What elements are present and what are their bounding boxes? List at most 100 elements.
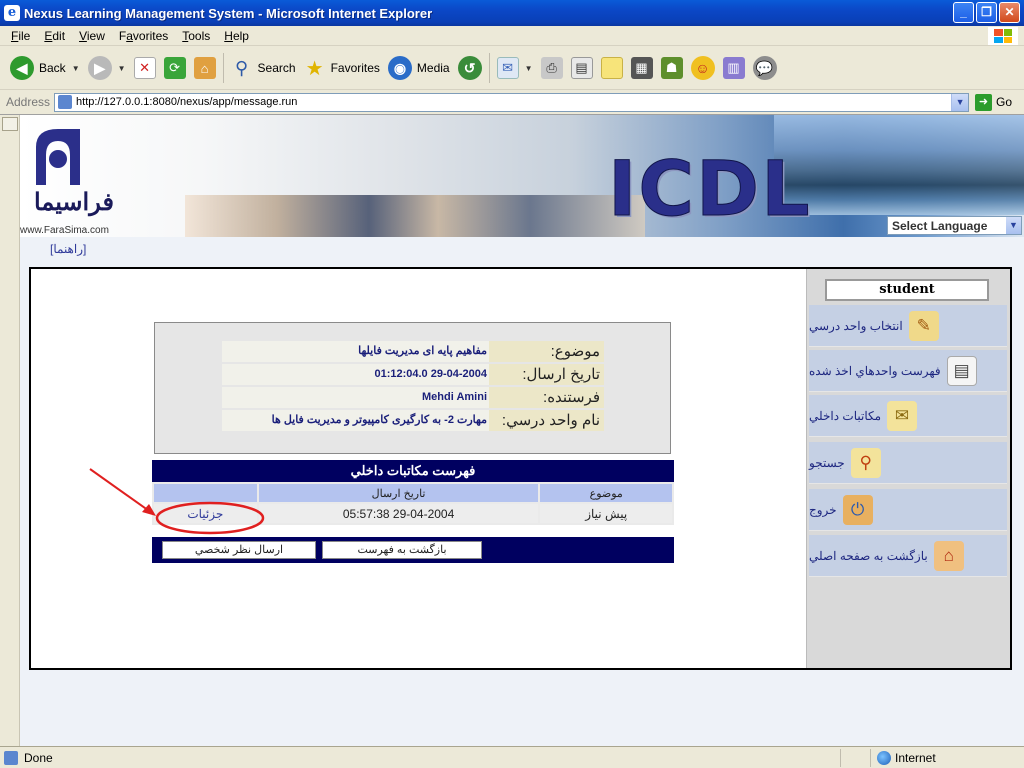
menu-view[interactable]: View [72,29,112,43]
annotation-circle [155,501,265,535]
discuss-button[interactable]: 💬 [749,50,781,86]
sidebar-item-home[interactable]: ⌂ بازگشت به صفحه اصلي [809,535,1007,577]
back-button[interactable]: ◀ Back ▼ [6,50,84,86]
status-bar: Done Internet [0,746,1024,768]
page-icon [58,95,73,109]
annotation-overlay [89,468,265,535]
row-subject: پيش نياز [538,502,674,525]
banner-photo [185,195,645,237]
sender-row: Mehdi Amini فرستنده: [222,387,604,408]
refresh-icon: ⟳ [163,57,186,79]
yahoo-button[interactable]: ☺ [687,50,719,86]
menu-file-label: ile [18,28,31,43]
tools-button[interactable]: ▥ [719,50,749,86]
restore-button[interactable]: ❐ [976,2,997,23]
search-icon: ⚲ [234,57,249,78]
books-icon: ▥ [722,57,745,79]
menu-help[interactable]: Help [217,29,256,43]
history-icon: ↺ [457,56,482,80]
security-zone: Internet [870,748,1024,767]
sidebar-item-label: جستجو [809,455,845,470]
row-date: 05:57:38 29-04-2004 [256,502,541,525]
sender-label: فرستنده: [489,387,604,408]
mail-button[interactable]: ✉ ▼ [493,50,537,86]
menu-favorites[interactable]: Favorites [112,29,175,43]
speech-bubble-icon: 💬 [752,56,777,80]
sidebar-item-label: انتخاب واحد درسي [809,318,903,333]
menu-help-label: elp [232,28,249,43]
print-button[interactable]: ⎙ [537,50,567,86]
refresh-button[interactable]: ⟳ [160,50,190,86]
address-bar: Address http://127.0.0.1:8080/nexus/app/… [0,91,1024,113]
back-to-list-button[interactable]: بازگشت به فهرست [322,541,482,559]
internet-globe-icon [877,750,891,765]
annotation-arrow [89,468,153,514]
address-dropdown-icon[interactable]: ▼ [951,93,969,111]
menu-view-label: iew [86,28,105,43]
back-arrow-icon: ◀ [10,56,34,80]
back-dropdown-icon[interactable]: ▼ [72,64,80,73]
sidebar-item-taken-courses[interactable]: ▤ فهرست واحدهاي اخذ شده [809,350,1007,392]
menu-view-accesskey: V [79,28,87,43]
menu-file[interactable]: File [4,29,37,43]
research-icon: ▦ [630,57,653,79]
icdl-brand: ICDL [608,144,812,233]
go-button[interactable]: ➜ Go [975,93,1012,111]
subject-label: موضوع: [489,341,604,362]
menu-edit-label: dit [52,28,66,43]
mail-dropdown-icon[interactable]: ▼ [525,64,533,73]
sidebar-item-label: مكاتبات داخلي [809,408,882,423]
edit-button[interactable]: ▤ [567,50,597,86]
logo-url: www.FaraSima.com [20,225,109,236]
minimize-button[interactable]: _ [953,2,974,23]
menu-bar: File Edit View Favorites Tools Help [0,26,1024,46]
history-button[interactable]: ↺ [454,50,486,86]
status-text-area: Done [0,750,840,765]
menu-tools-label: ools [188,28,211,43]
tv-icon: ☗ [660,57,683,79]
forward-dropdown-icon[interactable]: ▼ [118,64,126,73]
subject-value: مفاهيم پايه ای مديريت فايلها [222,341,489,362]
messenger-button[interactable]: ☗ [657,50,687,86]
menu-edit[interactable]: Edit [37,29,72,43]
zone-label: Internet [895,750,936,765]
logo-text: فراسيما [34,187,114,216]
home-icon: ⌂ [933,540,964,571]
window-titlebar[interactable]: e Nexus Learning Management System - Mic… [0,0,1024,26]
course-row: مهارت 2- به کارگيری کامپيوتر و مديريت فا… [222,410,604,431]
stop-button[interactable]: ✕ [130,50,160,86]
date-row: 01:12:04.0 29-04-2004 تاريخ ارسال: [222,364,604,385]
favorites-button[interactable]: ★ Favorites [300,50,384,86]
close-button[interactable]: ✕ [999,2,1020,23]
sidebar-item-select-course[interactable]: ✎ انتخاب واحد درسي [809,305,1007,347]
date-label: تاريخ ارسال: [489,364,604,385]
language-select-value: Select Language [892,218,988,233]
column-header-date: تاريخ ارسال [256,482,541,504]
language-select[interactable]: Select Language ▼ [887,216,1022,235]
search-button[interactable]: ⚲ Search [227,50,300,86]
explorer-bar-button[interactable] [2,117,18,131]
menu-tools[interactable]: Tools [175,29,217,43]
home-button[interactable]: ⌂ [190,50,220,86]
status-segment [840,748,870,767]
ie-icon: e [4,5,20,21]
home-icon: ⌂ [193,57,216,79]
media-button[interactable]: ◉ Media [384,50,454,86]
explorer-bar [0,115,20,746]
research-button[interactable]: ▦ [627,50,657,86]
forward-arrow-icon: ▶ [87,56,112,80]
back-label: Back [39,61,66,75]
sidebar-item-search[interactable]: ⚲ جستجو [809,442,1007,484]
sidebar-item-messages[interactable]: ✉ مكاتبات داخلي [809,395,1007,437]
notes-button[interactable] [597,50,627,86]
address-input[interactable]: http://127.0.0.1:8080/nexus/app/message.… [54,92,970,112]
browser-viewport: فراسيما www.FaraSima.com ICDL Select Lan… [0,114,1024,746]
help-link[interactable]: [راهنما] [50,242,86,256]
farasima-logo-icon [36,129,80,185]
stop-icon: ✕ [133,57,156,79]
chevron-down-icon: ▼ [1006,217,1021,234]
sidebar-item-exit[interactable]: ⏻ خروج [809,489,1007,531]
forward-button[interactable]: ▶ ▼ [84,50,130,86]
sidebar: student ✎ انتخاب واحد درسي ▤ فهرست واحده… [806,269,1010,668]
favorites-label: Favorites [330,61,380,75]
